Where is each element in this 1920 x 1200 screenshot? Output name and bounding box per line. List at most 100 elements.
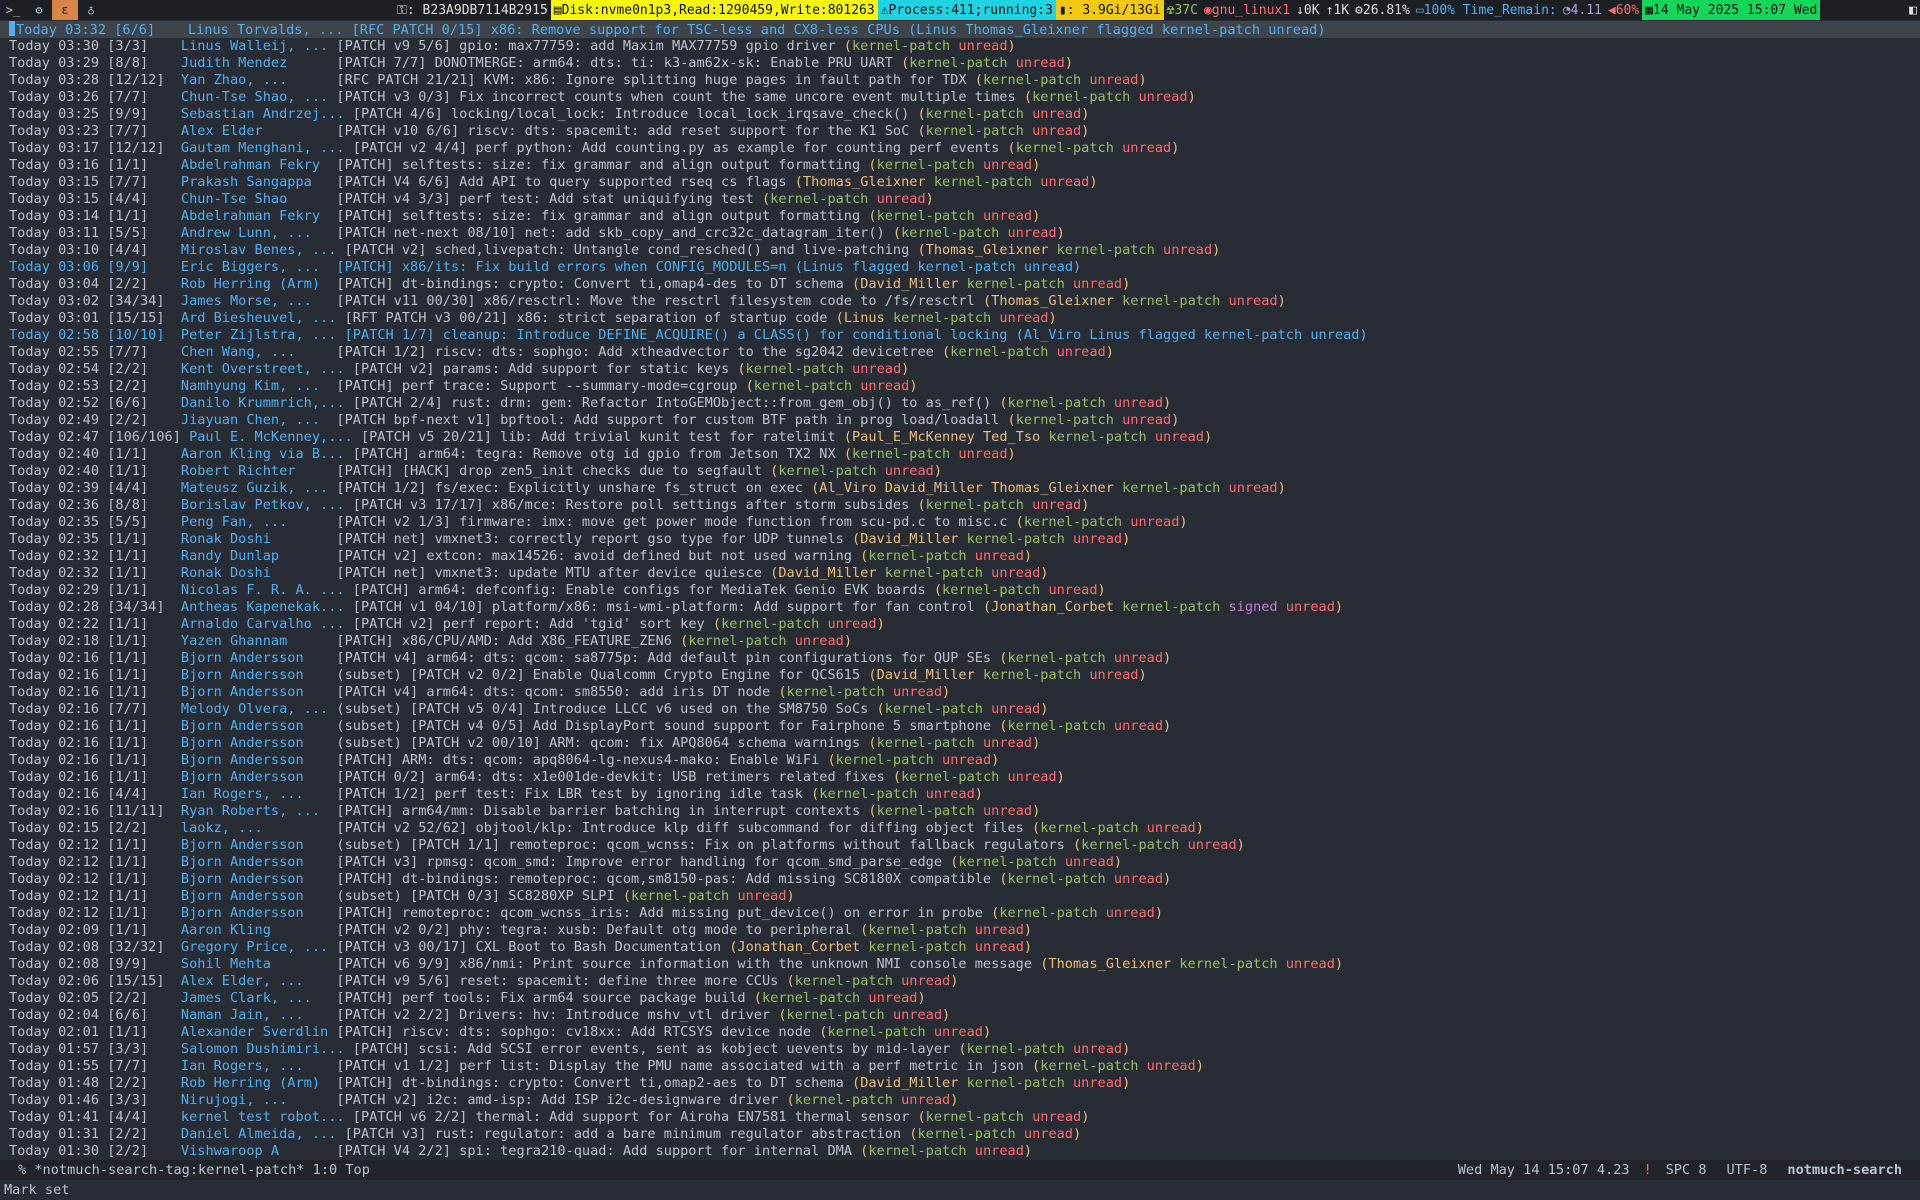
thread-row[interactable]: Today 02:12 [1/1] Bjorn Andersson [PATCH… (0, 905, 1920, 922)
thread-row[interactable]: Today 01:30 [2/2] Vishwaroop A [PATCH V4… (0, 1143, 1920, 1160)
thread-row[interactable]: Today 03:26 [7/7] Chun-Tse Shao, ... [PA… (0, 89, 1920, 106)
thread-row[interactable]: Today 01:48 [2/2] Rob Herring (Arm) [PAT… (0, 1075, 1920, 1092)
thread-row[interactable]: Today 03:11 [5/5] Andrew Lunn, ... [PATC… (0, 225, 1920, 242)
thread-row[interactable]: Today 03:04 [2/2] Rob Herring (Arm) [PAT… (0, 276, 1920, 293)
thread-row[interactable]: Today 01:41 [4/4] kernel test robot... [… (0, 1109, 1920, 1126)
thread-row[interactable]: Today 02:55 [7/7] Chen Wang, ... [PATCH … (0, 344, 1920, 361)
thread-tag: unread (1113, 650, 1164, 666)
thread-row[interactable]: Today 02:29 [1/1] Nicolas F. R. A. ... [… (0, 582, 1920, 599)
thread-row[interactable]: Today 02:32 [1/1] Ronak Doshi [PATCH net… (0, 565, 1920, 582)
thread-row[interactable]: Today 02:52 [6/6] Danilo Krummrich,... [… (0, 395, 1920, 412)
thread-row[interactable]: Today 02:28 [34/34] Antheas Kapenekak...… (0, 599, 1920, 616)
thread-row[interactable]: Today 02:18 [1/1] Yazen Ghannam [PATCH] … (0, 633, 1920, 650)
thread-row[interactable]: Today 03:30 [3/3] Linus Walleij, ... [PA… (0, 38, 1920, 55)
thread-row[interactable]: Today 02:49 [2/2] Jiayuan Chen, ... [PAT… (0, 412, 1920, 429)
tag-separator (1057, 854, 1065, 870)
thread-tag: Linus (843, 310, 885, 326)
thread-row[interactable]: Today 02:35 [5/5] Peng Fan, ... [PATCH v… (0, 514, 1920, 531)
disk-indicator: ▤ Disk:nvme0n1p3,Read:1290459,Write:80126… (550, 0, 878, 20)
thread-row[interactable]: Today 02:16 [1/1] Bjorn Andersson (subse… (0, 718, 1920, 735)
thread-row[interactable]: Today 02:16 [11/11] Ryan Roberts, ... [P… (0, 803, 1920, 820)
thread-row[interactable]: Today 02:40 [1/1] Robert Richter [PATCH]… (0, 463, 1920, 480)
tags-open-paren: ( (1015, 89, 1033, 105)
thread-row[interactable]: Today 03:10 [4/4] Miroslav Benes, ... [P… (0, 242, 1920, 259)
thread-tag: unread (982, 735, 1033, 751)
thread-row[interactable]: Today 01:57 [3/3] Salomon Dushimiri... [… (0, 1041, 1920, 1058)
thread-row[interactable]: Today 02:40 [1/1] Aaron Kling via B... [… (0, 446, 1920, 463)
tag-separator (1048, 344, 1056, 360)
thread-authors: laokz, ... (180, 820, 337, 836)
thread-row[interactable]: Today 03:25 [9/9] Sebastian Andrzej... [… (0, 106, 1920, 123)
thread-authors: Alexander Sverdlin (180, 1024, 337, 1040)
thread-tag: David_Miller (860, 1075, 959, 1091)
thread-date: Today 01:31 (9, 1126, 108, 1142)
thread-row[interactable]: Today 03:14 [1/1] Abdelrahman Fekry [PAT… (0, 208, 1920, 225)
thread-row[interactable]: Today 01:46 [3/3] Nirujogi, ... [PATCH v… (0, 1092, 1920, 1109)
thread-row[interactable]: Today 02:15 [2/2] laokz, ... [PATCH v2 5… (0, 820, 1920, 837)
tag-separator (975, 429, 983, 445)
thread-row[interactable]: Today 02:58 [10/10] Peter Zijlstra, ... … (0, 327, 1920, 344)
thread-row[interactable]: Today 02:54 [2/2] Kent Overstreet, ... [… (0, 361, 1920, 378)
thread-count: [9/9] (107, 956, 181, 972)
thread-tag: kernel-patch (933, 174, 1033, 190)
thread-row[interactable]: Today 02:09 [1/1] Aaron Kling [PATCH v2 … (0, 922, 1920, 939)
thread-authors: Chun-Tse Shao, ... (180, 89, 337, 105)
thread-row[interactable]: Today 03:15 [4/4] Chun-Tse Shao [PATCH v… (0, 191, 1920, 208)
thread-row[interactable]: Today 02:08 [9/9] Sohil Mehta [PATCH v6 … (0, 956, 1920, 973)
thread-row[interactable]: Today 02:39 [4/4] Mateusz Guzik, ... [PA… (0, 480, 1920, 497)
thread-row[interactable]: Today 02:06 [15/15] Alex Elder, ... [PAT… (0, 973, 1920, 990)
thread-row[interactable]: Today 02:12 [1/1] Bjorn Andersson [PATCH… (0, 871, 1920, 888)
minibuffer[interactable]: Mark set (0, 1180, 1920, 1200)
thread-row[interactable]: Today 02:08 [32/32] Gregory Price, ... [… (0, 939, 1920, 956)
thread-row[interactable]: Today 02:35 [1/1] Ronak Doshi [PATCH net… (0, 531, 1920, 548)
tags-close-paren: ) (950, 1092, 959, 1108)
thread-row[interactable]: Today 02:36 [8/8] Borislav Petkov, ... [… (0, 497, 1920, 514)
thread-row[interactable]: Today 03:28 [12/12] Yan Zhao, ... [RFC P… (0, 72, 1920, 89)
thread-row[interactable]: Today 02:16 [1/1] Bjorn Andersson (subse… (0, 667, 1920, 684)
thread-row[interactable]: Today 03:23 [7/7] Alex Elder [PATCH v10 … (0, 123, 1920, 140)
thread-row[interactable]: Today 03:02 [34/34] James Morse, ... [PA… (0, 293, 1920, 310)
tray-icon[interactable]: ◧ (1906, 0, 1920, 20)
tags-open-paren: ( (811, 1024, 828, 1040)
thread-row[interactable]: Today 03:01 [15/15] Ard Biesheuvel, ... … (0, 310, 1920, 327)
thread-row[interactable]: Today 03:16 [1/1] Abdelrahman Fekry [PAT… (0, 157, 1920, 174)
calendar-icon: ▦ (1645, 2, 1654, 18)
thread-tag: unread (1228, 480, 1278, 496)
tags-close-paren: ) (1081, 1109, 1090, 1125)
thread-row[interactable]: Today 01:55 [7/7] Ian Rogers, ... [PATCH… (0, 1058, 1920, 1075)
thread-row[interactable]: Today 02:47 [106/106] Paul E. McKenney,.… (0, 429, 1920, 446)
thread-row[interactable]: Today 03:32 [6/6] Linus Torvalds, ... [R… (0, 21, 1920, 38)
thread-row[interactable]: Today 02:12 [1/1] Bjorn Andersson (subse… (0, 888, 1920, 905)
thread-row[interactable]: Today 02:16 [7/7] Melody Olvera, ... (su… (0, 701, 1920, 718)
thread-authors: Melody Olvera, ... (180, 701, 337, 717)
workspace-terminal-icon[interactable]: >_ (0, 0, 26, 20)
thread-row[interactable]: Today 02:16 [1/1] Bjorn Andersson (subse… (0, 735, 1920, 752)
thread-row[interactable]: Today 02:12 [1/1] Bjorn Andersson (subse… (0, 837, 1920, 854)
thread-count: [34/34] (107, 599, 181, 615)
thread-row[interactable]: Today 02:16 [1/1] Bjorn Andersson [PATCH… (0, 752, 1920, 769)
workspace-settings-icon[interactable]: ⚙ (26, 0, 52, 20)
thread-row[interactable]: Today 02:16 [1/1] Bjorn Andersson [PATCH… (0, 769, 1920, 786)
tags-close-paren: ) (876, 616, 885, 632)
thread-row[interactable]: Today 01:31 [2/2] Daniel Almeida, ... [P… (0, 1126, 1920, 1143)
thread-row[interactable]: Today 02:22 [1/1] Arnaldo Carvalho ... [… (0, 616, 1920, 633)
thread-row[interactable]: Today 02:16 [4/4] Ian Rogers, ... [PATCH… (0, 786, 1920, 803)
thread-row[interactable]: Today 02:12 [1/1] Bjorn Andersson [PATCH… (0, 854, 1920, 871)
thread-row[interactable]: Today 02:32 [1/1] Randy Dunlap [PATCH v2… (0, 548, 1920, 565)
thread-row[interactable]: Today 02:05 [2/2] James Clark, ... [PATC… (0, 990, 1920, 1007)
thread-row[interactable]: Today 03:17 [12/12] Gautam Menghani, ...… (0, 140, 1920, 157)
workspace-emacs-icon[interactable]: ε (52, 0, 78, 20)
thread-row[interactable]: Today 03:29 [8/8] Judith Mendez [PATCH 7… (0, 55, 1920, 72)
thread-tag: kernel-patch (761, 990, 861, 1006)
thread-row[interactable]: Today 02:04 [6/6] Naman Jain, ... [PATCH… (0, 1007, 1920, 1024)
thread-row[interactable]: Today 02:01 [1/1] Alexander Sverdlin [PA… (0, 1024, 1920, 1041)
thread-authors: Bjorn Andersson (180, 735, 337, 751)
thread-row[interactable]: Today 02:16 [1/1] Bjorn Andersson [PATCH… (0, 650, 1920, 667)
tags-open-paren: ( (761, 463, 779, 479)
workspace-linux-icon[interactable]: ♁ (78, 0, 104, 20)
thread-row[interactable]: Today 03:15 [7/7] Prakash Sangappa [PATC… (0, 174, 1920, 191)
thread-row[interactable]: Today 03:06 [9/9] Eric Biggers, ... [PAT… (0, 259, 1920, 276)
thread-row[interactable]: Today 02:16 [1/1] Bjorn Andersson [PATCH… (0, 684, 1920, 701)
tag-separator (975, 735, 983, 751)
thread-row[interactable]: Today 02:53 [2/2] Namhyung Kim, ... [PAT… (0, 378, 1920, 395)
